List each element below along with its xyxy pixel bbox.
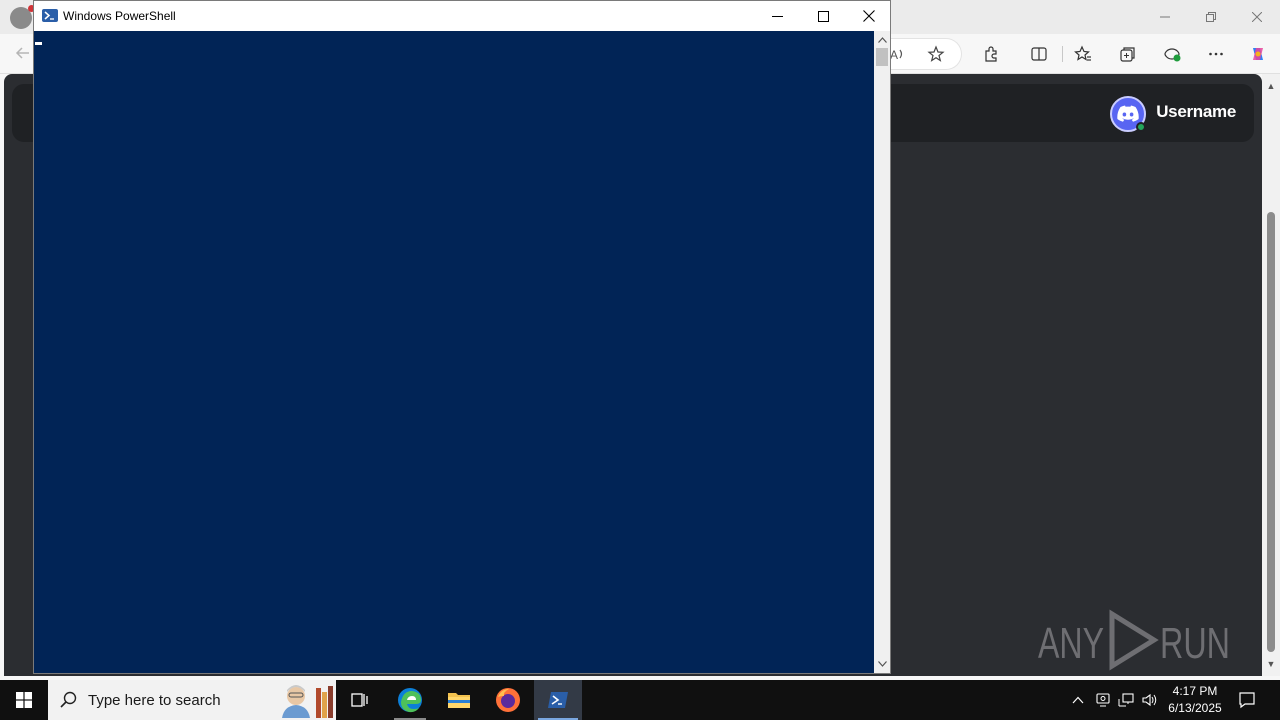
browser-close-button[interactable] (1234, 0, 1280, 34)
split-screen-icon[interactable] (1025, 40, 1053, 68)
favorite-star-icon[interactable] (922, 40, 950, 68)
browser-vertical-scrollbar[interactable]: ▲ ▼ (1262, 74, 1280, 676)
meet-now-icon[interactable] (1093, 690, 1113, 710)
task-view-button[interactable] (336, 680, 384, 720)
task-view-icon (351, 693, 368, 707)
clock-date: 6/13/2025 (1168, 701, 1222, 715)
maximize-button[interactable] (800, 1, 846, 31)
scroll-up-arrow-icon[interactable]: ▲ (1265, 80, 1277, 92)
taskbar-edge[interactable] (386, 680, 434, 720)
volume-icon[interactable] (1140, 690, 1160, 710)
console-scrollbar[interactable] (874, 31, 890, 673)
browser-essentials-icon[interactable] (1158, 40, 1186, 68)
edge-icon (398, 688, 422, 713)
powershell-window[interactable]: Windows PowerShell (33, 0, 891, 674)
powershell-icon (42, 9, 58, 22)
powershell-titlebar[interactable]: Windows PowerShell (34, 1, 890, 31)
scrollbar-thumb[interactable] (876, 48, 888, 66)
more-options-icon[interactable] (1202, 40, 1230, 68)
taskbar: Type here to search 4:17 PM 6/13/2025 (0, 680, 1280, 720)
clock-time: 4:17 PM (1172, 684, 1218, 698)
back-arrow-icon[interactable] (14, 44, 34, 64)
collections-icon[interactable] (1114, 40, 1142, 68)
discord-avatar[interactable] (1110, 96, 1146, 132)
svg-text:A: A (890, 48, 898, 62)
firefox-icon (496, 688, 520, 712)
minimize-button[interactable] (754, 1, 800, 31)
network-icon[interactable] (1116, 690, 1136, 710)
text-cursor (35, 42, 42, 45)
search-placeholder: Type here to search (88, 692, 221, 709)
taskbar-powershell[interactable] (534, 680, 582, 720)
browser-restore-button[interactable] (1188, 0, 1234, 34)
folder-icon (448, 693, 470, 708)
search-highlight-illustration (282, 685, 333, 718)
browser-minimize-button[interactable] (1142, 0, 1188, 34)
windows-logo-icon (16, 692, 32, 708)
powershell-icon (548, 692, 568, 708)
action-center-icon[interactable] (1237, 690, 1257, 710)
scroll-down-arrow-icon[interactable]: ▼ (1265, 658, 1277, 670)
close-button[interactable] (846, 1, 892, 31)
scroll-down-arrow-icon[interactable] (876, 657, 888, 671)
taskbar-firefox[interactable] (484, 680, 532, 720)
anyrun-watermark-logo: ANY RUN (1038, 609, 1230, 671)
search-icon (60, 691, 77, 708)
taskbar-clock[interactable]: 4:17 PM 6/13/2025 (1160, 683, 1230, 717)
show-hidden-icons-chevron-icon[interactable] (1068, 690, 1088, 710)
discord-username[interactable]: Username (1156, 102, 1236, 122)
svg-text:ANY: ANY (1038, 619, 1104, 668)
window-title: Windows PowerShell (63, 9, 176, 23)
taskbar-file-explorer[interactable] (435, 680, 483, 720)
copilot-icon[interactable] (1244, 40, 1272, 68)
start-button[interactable] (0, 680, 48, 720)
toolbar-divider (1062, 46, 1063, 62)
svg-text:RUN: RUN (1160, 619, 1230, 668)
discord-logo-icon (1117, 105, 1139, 122)
scroll-up-arrow-icon[interactable] (876, 33, 888, 47)
console-area[interactable] (34, 31, 874, 673)
online-status-indicator (1136, 122, 1146, 132)
favorites-icon[interactable] (1069, 40, 1097, 68)
address-bar[interactable]: A (880, 38, 962, 70)
profile-icon[interactable] (10, 5, 35, 29)
taskbar-search-box[interactable]: Type here to search (48, 680, 336, 720)
extensions-icon[interactable] (977, 40, 1005, 68)
scrollbar-thumb[interactable] (1267, 212, 1275, 652)
